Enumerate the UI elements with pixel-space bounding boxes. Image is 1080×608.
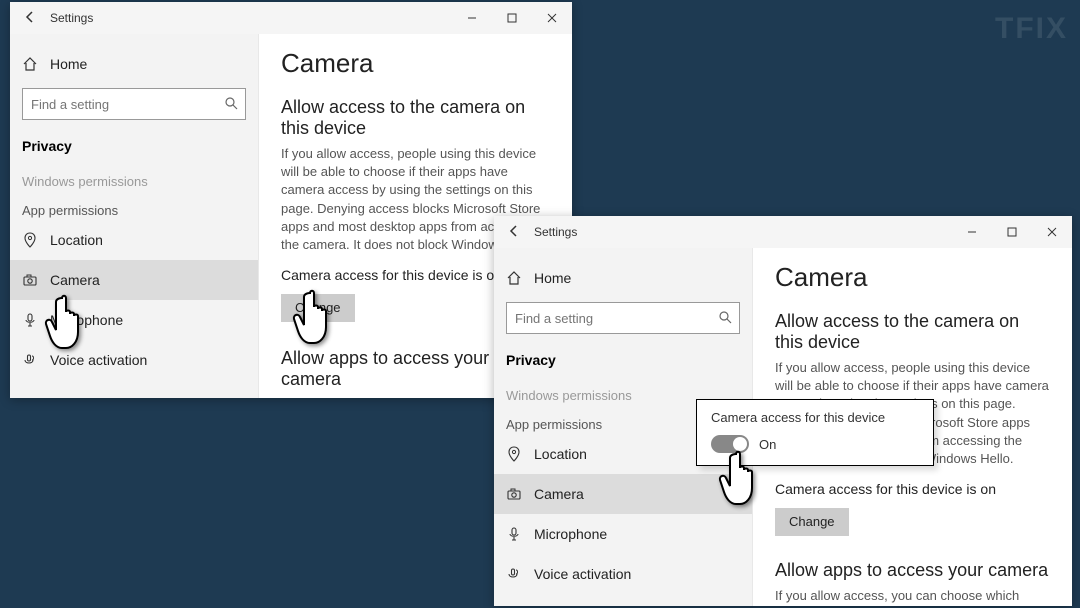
search-input-container [22,88,246,120]
sidebar-item-microphone[interactable]: Microphone [10,300,258,340]
microphone-icon [20,312,40,328]
toggle-label: On [759,437,776,452]
window-title: Settings [534,225,577,239]
popup-title: Camera access for this device [711,410,919,425]
minimize-button[interactable] [452,2,492,34]
sidebar-item-voice-activation[interactable]: Voice activation [494,554,752,594]
location-icon [20,232,40,248]
change-button[interactable]: Change [775,508,849,536]
settings-sidebar: Home Privacy Windows permissions App per… [10,34,258,398]
arrow-left-icon [22,9,38,28]
sidebar-category: Privacy [494,344,752,376]
sidebar-item-camera[interactable]: Camera [10,260,258,300]
voice-icon [504,566,524,582]
search-input[interactable] [29,96,223,113]
sidebar-item-home[interactable]: Home [494,258,752,298]
section-heading-allow-access: Allow access to the camera on this devic… [281,97,550,139]
home-icon [20,56,40,72]
page-title: Camera [775,262,1050,293]
change-button[interactable]: Change [281,294,355,322]
home-icon [504,270,524,286]
page-title: Camera [281,48,550,79]
location-icon [504,446,524,462]
maximize-button[interactable] [992,216,1032,248]
camera-access-popup: Camera access for this device On [696,399,934,466]
sidebar-item-home[interactable]: Home [10,44,258,84]
sidebar-item-location[interactable]: Location [10,220,258,260]
sidebar-item-label: Home [534,270,571,286]
search-icon [223,95,239,114]
window-title: Settings [50,11,93,25]
search-input[interactable] [513,310,717,327]
sidebar-item-label: Voice activation [534,566,631,582]
sidebar-item-label: Camera [50,272,100,288]
sidebar-item-label: Location [534,446,587,462]
sidebar-item-voice-activation[interactable]: Voice activation [10,340,258,380]
sidebar-item-label: Microphone [534,526,607,542]
section-heading-allow-apps: Allow apps to access your camera [775,560,1050,581]
settings-window-1: Settings Home [10,2,572,398]
voice-icon [20,352,40,368]
section-body-2: If you allow access, you can choose whic… [775,587,1050,606]
sidebar-subhead-app-permissions: App permissions [10,191,258,220]
back-button[interactable] [10,2,50,34]
sidebar-item-camera[interactable]: Camera [494,474,752,514]
camera-icon [504,486,524,502]
camera-icon [20,272,40,288]
sidebar-item-label: Location [50,232,103,248]
sidebar-item-label: Camera [534,486,584,502]
sidebar-subhead-windows-permissions: Windows permissions [10,162,258,191]
toggle-thumb [733,437,747,451]
toggle-camera-access[interactable]: On [711,435,919,453]
window-controls [452,2,572,34]
sidebar-item-label: Microphone [50,312,123,328]
arrow-left-icon [506,223,522,242]
sidebar-item-label: Voice activation [50,352,147,368]
back-button[interactable] [494,216,534,248]
search-icon [717,309,733,328]
sidebar-category: Privacy [10,130,258,162]
sidebar-item-microphone[interactable]: Microphone [494,514,752,554]
toggle-track [711,435,749,453]
sidebar-item-label: Home [50,56,87,72]
close-button[interactable] [532,2,572,34]
minimize-button[interactable] [952,216,992,248]
title-bar: Settings [10,2,572,34]
search-input-container [506,302,740,334]
maximize-button[interactable] [492,2,532,34]
microphone-icon [504,526,524,542]
title-bar: Settings [494,216,1072,248]
section-heading-allow-access: Allow access to the camera on this devic… [775,311,1050,353]
window-controls [952,216,1072,248]
watermark-text: TFIX [995,12,1068,46]
close-button[interactable] [1032,216,1072,248]
camera-access-status: Camera access for this device is on [775,480,1050,500]
